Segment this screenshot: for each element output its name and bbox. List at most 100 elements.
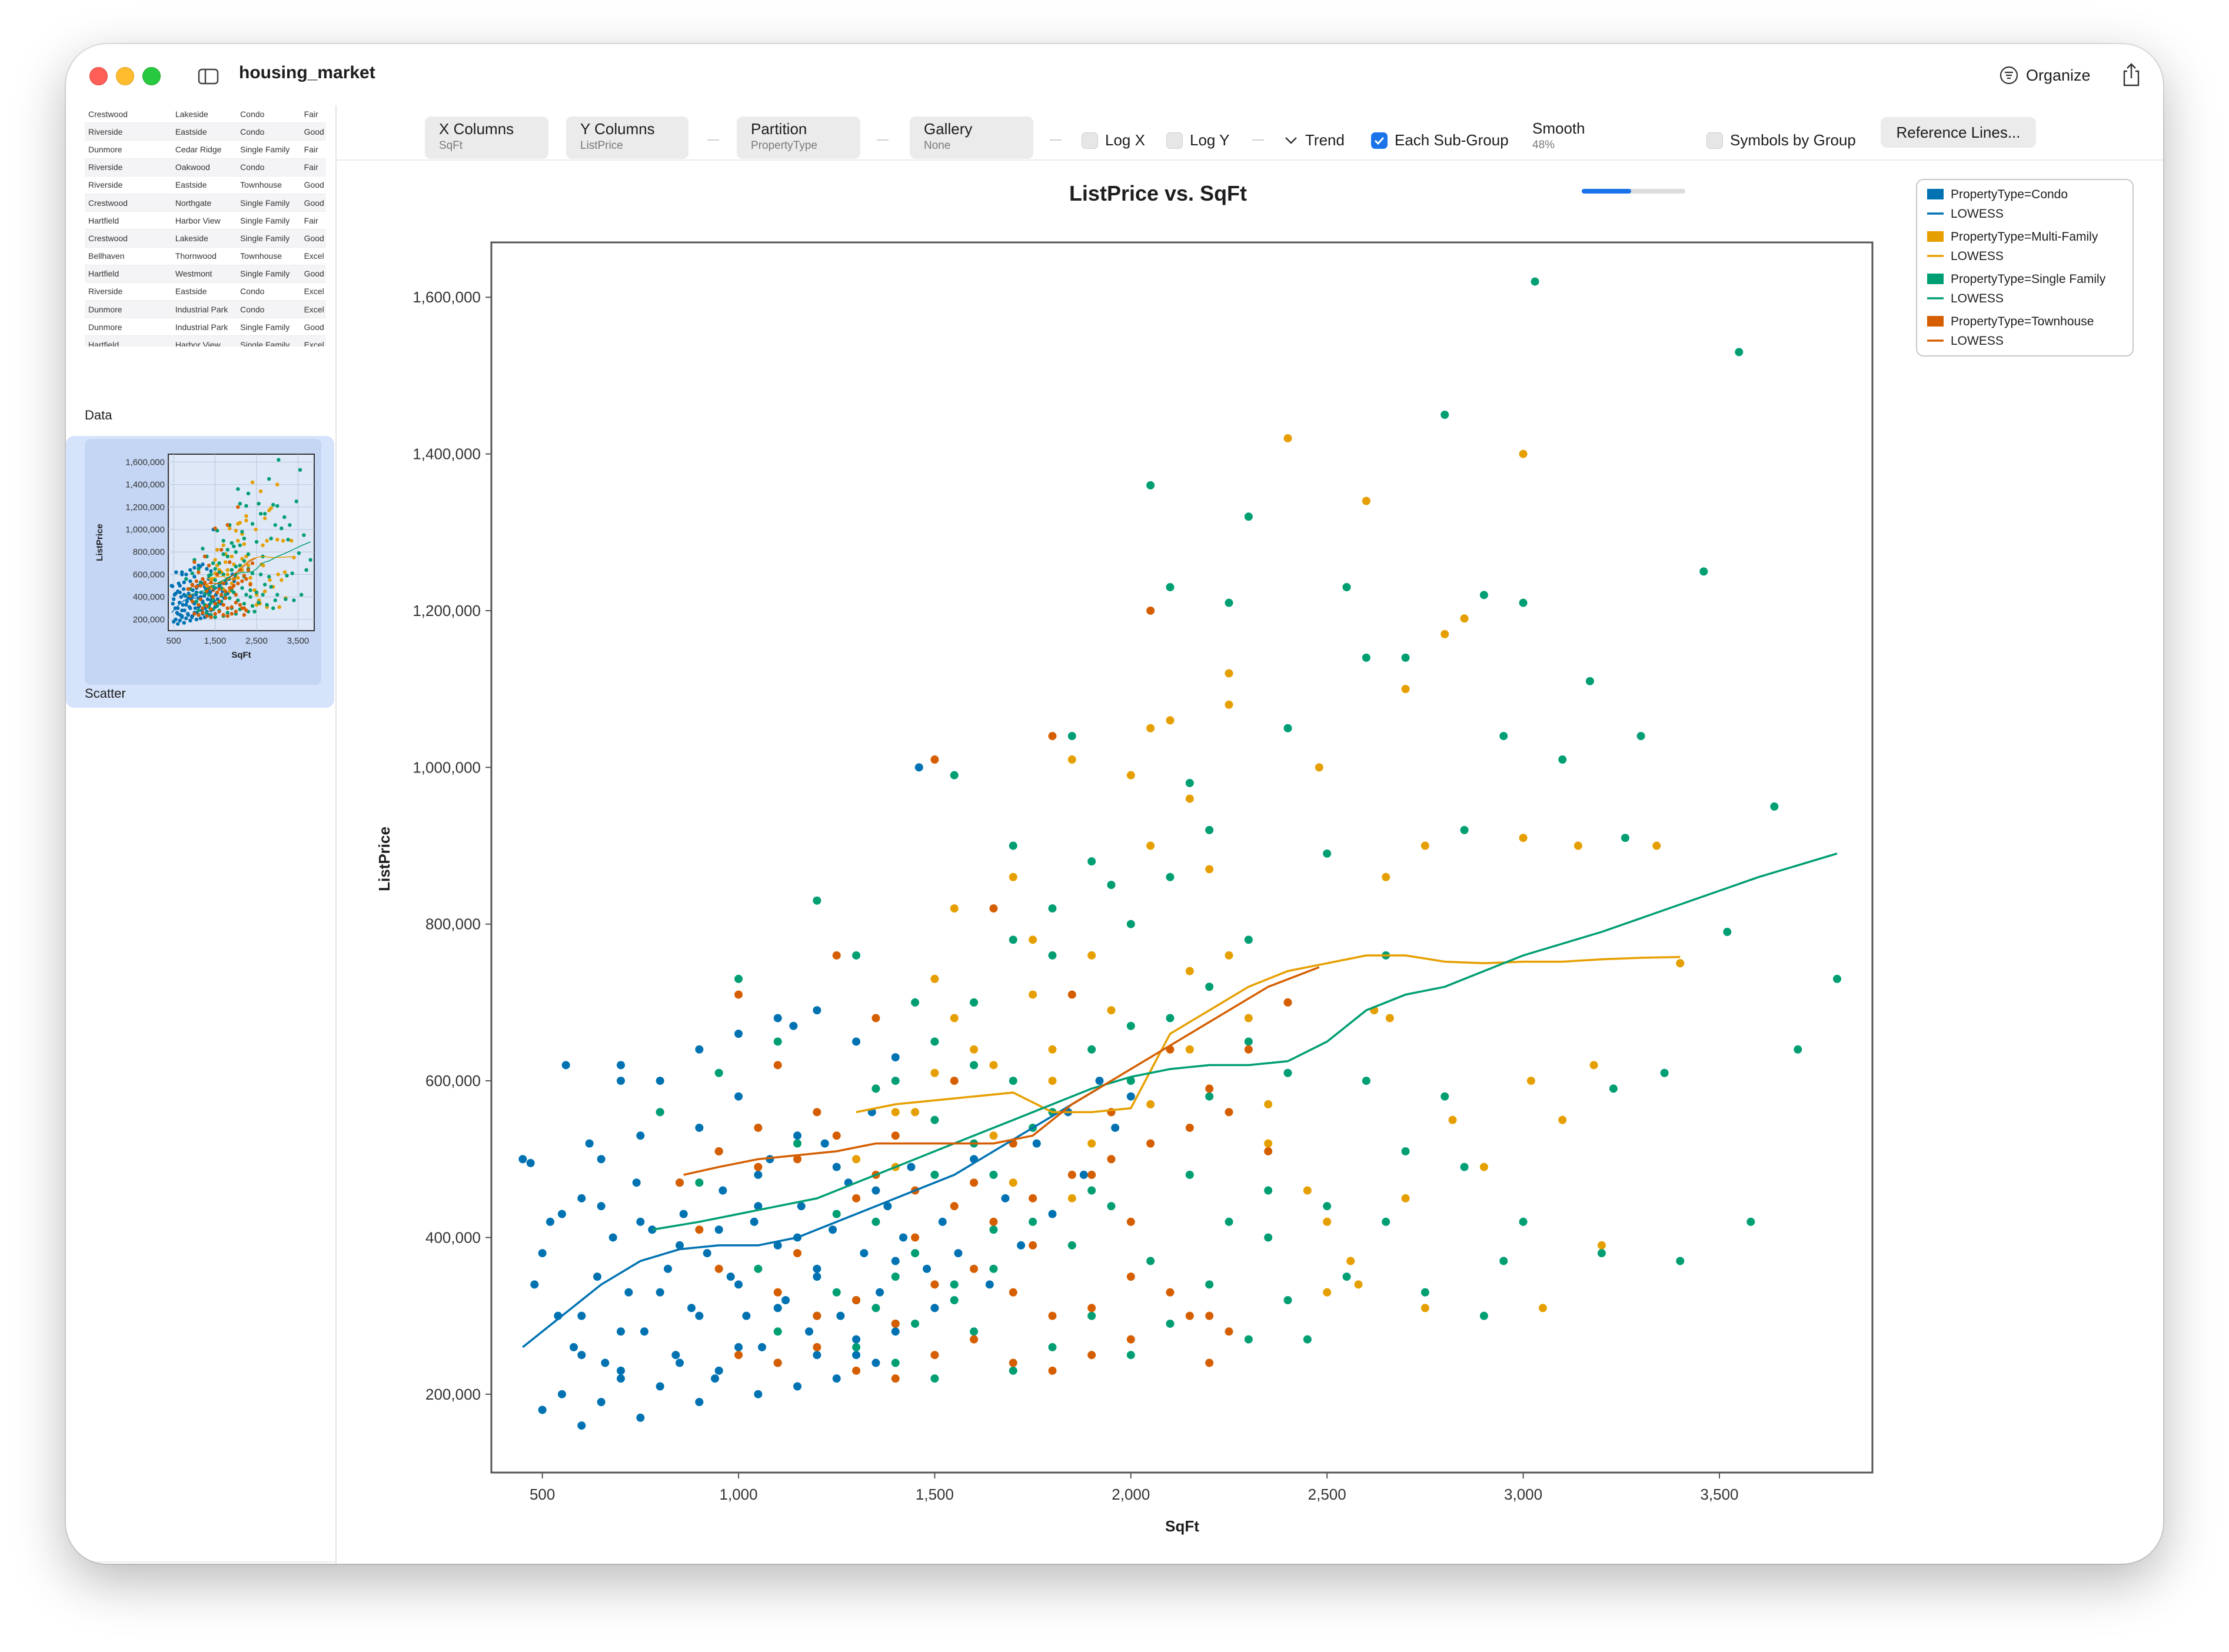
data-point	[714, 1068, 723, 1077]
data-point	[1001, 1194, 1010, 1203]
thumb-data-point	[234, 609, 238, 614]
data-point	[734, 1343, 743, 1351]
checkmark-icon	[1374, 136, 1385, 145]
trend-menu[interactable]: Trend	[1284, 131, 1345, 149]
data-point	[871, 1358, 880, 1367]
thumb-data-point	[182, 580, 186, 585]
thumb-data-point	[194, 579, 199, 584]
data-table-cell: Cedar Ridge	[175, 144, 222, 154]
log-y-checkbox[interactable]	[1166, 132, 1183, 149]
data-table-cell: Good	[304, 322, 324, 332]
legend-swatch	[1927, 231, 1944, 242]
data-table-cell: Fair	[304, 162, 318, 172]
data-point	[734, 1092, 743, 1101]
data-point	[1225, 1327, 1233, 1336]
thumb-data-point	[198, 597, 203, 601]
data-table-cell: Fair	[304, 215, 318, 225]
data-point	[1087, 951, 1096, 960]
y-columns-dropzone[interactable]: Y Columns ListPrice	[566, 116, 688, 159]
symbols-by-group-checkbox[interactable]	[1706, 132, 1723, 149]
x-tick-label: 2,000	[1112, 1486, 1150, 1503]
minimize-window-button[interactable]	[116, 67, 134, 85]
legend: PropertyType=Condo LOWESS PropertyType=Mul…	[1916, 179, 2134, 357]
data-point	[754, 1264, 763, 1273]
thumb-data-point	[213, 612, 217, 616]
data-point	[1185, 1311, 1194, 1320]
data-point	[1401, 1194, 1410, 1203]
data-point	[876, 1288, 884, 1297]
symbols-by-group-toggle[interactable]: Symbols by Group	[1706, 131, 1856, 149]
data-point	[1609, 1084, 1618, 1093]
partition-value: PropertyType	[751, 139, 817, 152]
zoom-window-button[interactable]	[142, 67, 161, 85]
gallery-dropzone[interactable]: Gallery None	[910, 116, 1033, 159]
data-point	[1323, 849, 1332, 858]
lowess-trend-line	[522, 1080, 1112, 1348]
thumb-y-tick-label: 400,000	[133, 592, 165, 602]
thumb-data-point	[178, 584, 182, 588]
data-point	[1460, 1163, 1469, 1171]
log-x-checkbox[interactable]	[1082, 132, 1098, 149]
legend-trend-label: LOWESS	[1951, 249, 2004, 263]
thumb-data-point	[271, 502, 275, 507]
data-point	[1283, 1068, 1292, 1077]
x-columns-dropzone[interactable]: X Columns SqFt	[425, 116, 548, 159]
sidebar-toggle-icon[interactable]	[192, 64, 225, 89]
log-x-toggle[interactable]: Log X	[1082, 131, 1145, 149]
data-point	[1087, 857, 1096, 866]
thumb-data-point	[184, 616, 188, 621]
smooth-slider[interactable]	[1582, 189, 1685, 194]
share-icon[interactable]	[2120, 61, 2143, 89]
data-point	[1126, 1077, 1135, 1085]
data-point	[1676, 1257, 1685, 1265]
data-point	[597, 1155, 606, 1164]
data-point	[734, 1351, 743, 1360]
data-point	[734, 974, 743, 983]
data-point	[1029, 1123, 1037, 1132]
thumb-data-point	[217, 609, 221, 614]
partition-dropzone[interactable]: Partition PropertyType	[737, 116, 860, 159]
thumb-data-point	[288, 523, 292, 527]
data-point	[664, 1264, 673, 1273]
thumb-data-point	[188, 568, 192, 572]
organize-button[interactable]: Organize	[1999, 59, 2091, 91]
thumb-data-point	[285, 574, 289, 578]
data-point	[914, 763, 923, 772]
data-point	[1264, 1186, 1273, 1195]
reference-lines-button[interactable]: Reference Lines...	[1881, 117, 2036, 148]
scatter-thumbnail: 1,600,000 1,400,000 1,200,000 1,000,000 800,…	[85, 439, 321, 685]
each-subgroup-checkbox[interactable]	[1371, 132, 1388, 149]
thumb-data-point	[280, 578, 284, 582]
thumb-data-point	[252, 609, 257, 614]
log-y-toggle[interactable]: Log Y	[1166, 131, 1229, 149]
data-table-cell: Harbor View	[175, 340, 221, 347]
close-window-button[interactable]	[89, 67, 108, 85]
thumb-data-point	[257, 601, 261, 605]
data-table-cell: Crestwood	[88, 109, 128, 119]
data-point	[1107, 1108, 1116, 1117]
thumb-data-point	[292, 598, 296, 602]
data-point	[793, 1131, 802, 1140]
data-table-row: Hartfield Harbor View Single Family Excel	[85, 336, 326, 347]
data-point	[577, 1351, 586, 1360]
scatter-thumbnail-card[interactable]: 1,600,000 1,400,000 1,200,000 1,000,000 800,…	[66, 436, 334, 708]
data-point	[891, 1131, 900, 1140]
data-table-cell: Condo	[240, 109, 265, 119]
gallery-label: Gallery	[924, 120, 973, 138]
data-point	[813, 1343, 821, 1351]
data-point	[1146, 841, 1155, 850]
thumb-data-point	[232, 544, 236, 548]
thumb-data-point	[269, 537, 273, 541]
data-point	[852, 1194, 861, 1203]
data-point	[860, 1249, 869, 1258]
data-point	[1166, 1045, 1175, 1054]
data-table-row: Hartfield Harbor View Single Family Fair	[85, 212, 326, 230]
log-y-label: Log Y	[1190, 131, 1230, 149]
data-point	[852, 1037, 861, 1046]
thumb-data-point	[197, 613, 201, 617]
data-table-thumbnail[interactable]: Crestwood Lakeside Condo Fair Riverside Easts…	[85, 105, 326, 347]
data-point	[1067, 1241, 1076, 1250]
each-subgroup-toggle[interactable]: Each Sub-Group	[1371, 131, 1509, 149]
plot-frame	[490, 241, 1874, 1474]
data-point	[970, 1045, 979, 1054]
